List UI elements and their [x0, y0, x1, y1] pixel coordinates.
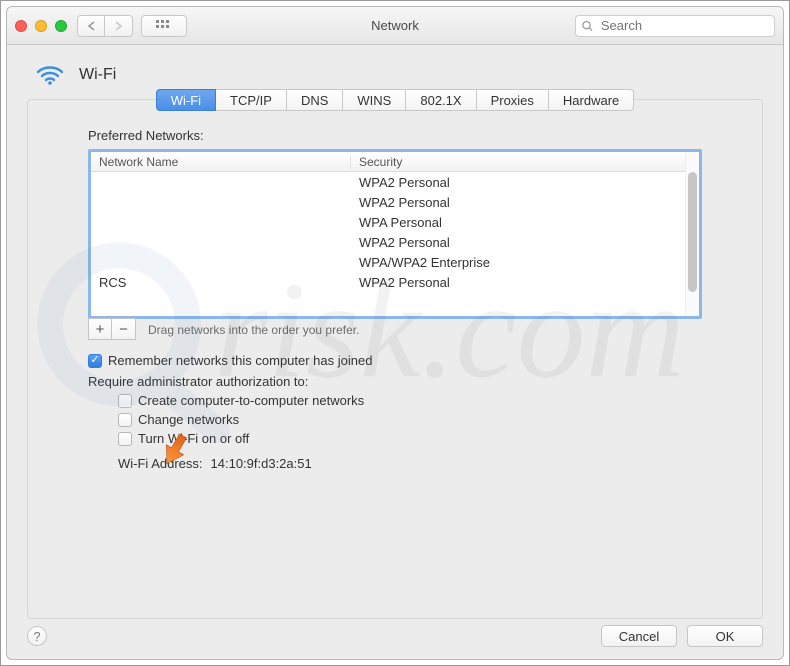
- table-row[interactable]: WPA/WPA2 Enterprise: [91, 252, 685, 272]
- window-controls: [15, 20, 67, 32]
- wifi-icon: [35, 63, 65, 87]
- preferred-networks-list[interactable]: Network Name Security WPA2 Personal WPA2…: [88, 149, 702, 319]
- table-row[interactable]: WPA2 Personal: [91, 192, 685, 212]
- titlebar: Network: [7, 7, 783, 45]
- wifi-address-label: Wi-Fi Address:: [118, 456, 203, 471]
- create-adhoc-checkbox-row[interactable]: Create computer-to-computer networks: [118, 393, 762, 408]
- list-header: Network Name Security: [91, 152, 685, 172]
- require-auth-label: Require administrator authorization to:: [88, 374, 762, 389]
- turn-wifi-label: Turn Wi-Fi on or off: [138, 431, 249, 446]
- pane-heading: Wi-Fi: [35, 63, 763, 87]
- help-icon: ?: [33, 629, 40, 644]
- close-icon[interactable]: [15, 20, 27, 32]
- checkbox-icon: [118, 413, 132, 427]
- tab-wifi[interactable]: Wi-Fi: [156, 89, 216, 111]
- remove-button[interactable]: −: [112, 318, 136, 340]
- ok-button[interactable]: OK: [687, 625, 763, 647]
- change-networks-label: Change networks: [138, 412, 239, 427]
- column-security[interactable]: Security: [351, 155, 685, 169]
- minimize-icon[interactable]: [35, 20, 47, 32]
- back-button[interactable]: [77, 15, 105, 37]
- table-row[interactable]: WPA Personal: [91, 212, 685, 232]
- drag-hint: Drag networks into the order you prefer.: [148, 323, 359, 337]
- checkbox-icon: [118, 432, 132, 446]
- tab-dns[interactable]: DNS: [287, 89, 343, 111]
- remember-checkbox-row[interactable]: ✓ Remember networks this computer has jo…: [88, 353, 762, 368]
- change-networks-checkbox-row[interactable]: Change networks: [118, 412, 762, 427]
- search-field[interactable]: [575, 15, 775, 37]
- grid-icon: [156, 20, 172, 32]
- forward-button[interactable]: [105, 15, 133, 37]
- search-input[interactable]: [599, 17, 768, 34]
- column-network-name[interactable]: Network Name: [91, 155, 351, 169]
- tab-proxies[interactable]: Proxies: [477, 89, 549, 111]
- footer: ? Cancel OK: [7, 617, 783, 659]
- tab-hardware[interactable]: Hardware: [549, 89, 634, 111]
- tab-tcpip[interactable]: TCP/IP: [216, 89, 287, 111]
- preferred-networks-label: Preferred Networks:: [88, 128, 762, 143]
- wifi-address: Wi-Fi Address: 14:10:9f:d3:2a:51: [118, 456, 762, 471]
- checkbox-checked-icon: ✓: [88, 354, 102, 368]
- settings-group: Wi-Fi TCP/IP DNS WINS 802.1X Proxies Har…: [27, 99, 763, 619]
- cancel-button[interactable]: Cancel: [601, 625, 677, 647]
- plus-icon: +: [96, 321, 105, 338]
- table-row[interactable]: RCSWPA2 Personal: [91, 272, 685, 292]
- checkbox-icon: [118, 394, 132, 408]
- minus-icon: −: [119, 321, 128, 338]
- remember-label: Remember networks this computer has join…: [108, 353, 372, 368]
- create-adhoc-label: Create computer-to-computer networks: [138, 393, 364, 408]
- wifi-address-value: 14:10:9f:d3:2a:51: [211, 456, 312, 471]
- show-all-button[interactable]: [141, 15, 187, 37]
- turn-wifi-checkbox-row[interactable]: Turn Wi-Fi on or off: [118, 431, 762, 446]
- zoom-icon[interactable]: [55, 20, 67, 32]
- scroll-thumb[interactable]: [688, 172, 697, 292]
- table-row[interactable]: WPA2 Personal: [91, 232, 685, 252]
- tab-8021x[interactable]: 802.1X: [406, 89, 476, 111]
- table-row[interactable]: WPA2 Personal: [91, 172, 685, 192]
- tab-bar: Wi-Fi TCP/IP DNS WINS 802.1X Proxies Har…: [28, 89, 762, 111]
- nav-buttons: [77, 15, 133, 37]
- add-button[interactable]: +: [88, 318, 112, 340]
- help-button[interactable]: ?: [27, 626, 47, 646]
- search-icon: [582, 20, 593, 32]
- tab-wins[interactable]: WINS: [343, 89, 406, 111]
- pane-title: Wi-Fi: [79, 66, 116, 84]
- preferences-window: Network Wi-Fi Wi-Fi TCP/IP: [6, 6, 784, 660]
- scrollbar[interactable]: [685, 152, 699, 316]
